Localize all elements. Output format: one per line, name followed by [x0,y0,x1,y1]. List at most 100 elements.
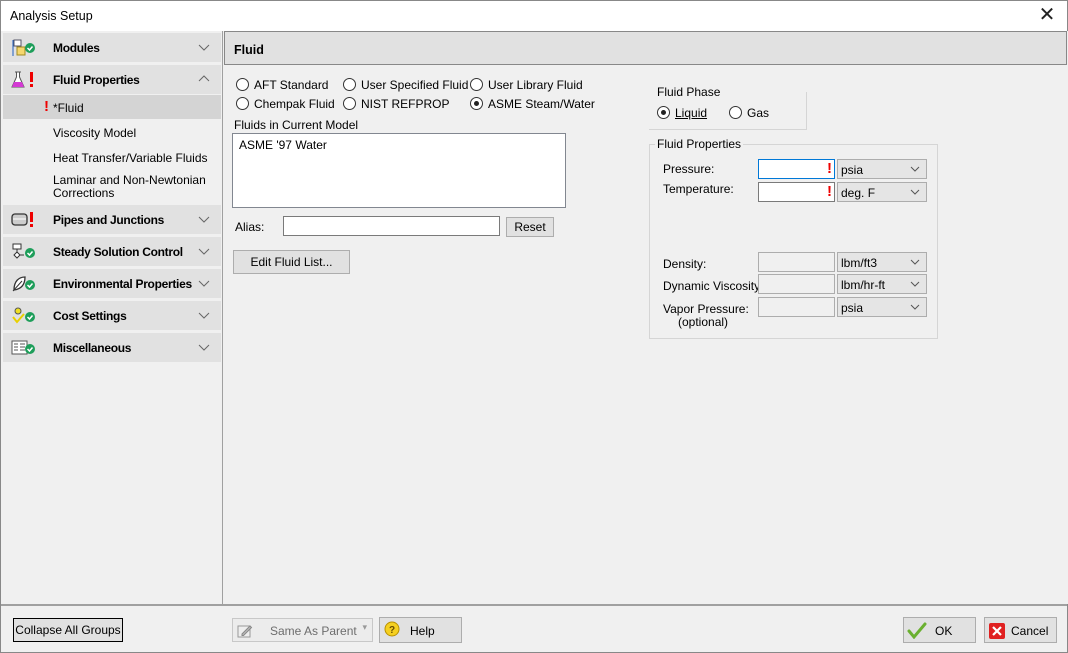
sidebar-item-viscosity-model[interactable]: Viscosity Model [3,123,221,143]
chevron-down-icon [910,259,920,265]
dropdown-arrow-icon: ▾ [362,622,367,632]
sidebar-group-miscellaneous[interactable]: Miscellaneous [3,333,221,362]
sidebar-item-laminar-corrections[interactable]: Laminar and Non-Newtonian Corrections [3,171,221,201]
dynamic-viscosity-unit-select[interactable]: lbm/hr-ft [837,274,927,294]
required-icon: ! [827,183,832,200]
sidebar-item-fluid[interactable]: ! *Fluid [3,95,221,119]
fluid-properties-title: Fluid Properties [655,137,744,151]
sidebar-group-modules[interactable]: Modules [3,33,221,62]
sidebar-group-steady-solution-control[interactable]: Steady Solution Control [3,237,221,266]
sidebar-group-label: Fluid Properties [53,73,140,87]
same-as-parent-select[interactable]: Same As Parent ▾ [232,618,373,642]
chevron-down-icon [198,280,210,287]
sidebar-group-environmental-properties[interactable]: Environmental Properties [3,269,221,298]
edit-fluid-list-button[interactable]: Edit Fluid List... [233,250,350,274]
radio-indicator [236,78,249,91]
sidebar-item-label: *Fluid [53,101,84,115]
sidebar-group-pipes-junctions[interactable]: Pipes and Junctions [3,205,221,234]
pressure-unit-select[interactable]: psia [837,159,927,179]
chevron-down-icon [910,166,920,172]
sidebar-item-label: Viscosity Model [53,126,137,140]
list-icon [11,340,35,355]
sidebar: Modules Fluid Properties ! *Fluid Viscos… [1,31,223,604]
panel-title: Fluid [234,43,264,57]
modules-icon [12,39,35,56]
vapor-pressure-unit-select[interactable]: psia [837,297,927,317]
density-input[interactable] [758,252,835,272]
flask-icon [11,71,33,88]
sidebar-group-label: Modules [53,41,100,55]
radio-label: Liquid [675,106,708,120]
fluids-in-model-label: Fluids in Current Model [234,118,359,132]
required-icon: ! [827,160,832,177]
cancel-button[interactable]: Cancel [984,617,1057,643]
radio-label: ASME Steam/Water [488,97,595,111]
error-icon: ! [44,98,49,115]
close-icon[interactable]: ✕ [1035,4,1059,28]
radio-indicator [470,78,483,91]
vapor-pressure-optional-label: (optional) [678,315,729,329]
radio-indicator [657,106,670,119]
chevron-down-icon [198,216,210,223]
density-unit-select[interactable]: lbm/ft3 [837,252,927,272]
select-value: psia [841,163,864,177]
fluids-listbox[interactable]: ASME '97 Water [232,133,566,208]
main-panel: Fluid [224,31,1068,604]
radio-label: User Specified Fluid [361,78,469,92]
temperature-label: Temperature: [663,182,734,196]
temperature-unit-select[interactable]: deg. F [837,182,927,202]
check-icon [907,622,927,639]
select-value: lbm/hr-ft [841,278,886,292]
sidebar-group-label: Steady Solution Control [53,245,183,259]
radio-label: Gas [747,106,770,120]
sidebar-item-heat-transfer[interactable]: Heat Transfer/Variable Fluids [3,148,221,168]
fluid-phase-title: Fluid Phase [657,85,721,99]
sidebar-group-label: Cost Settings [53,309,127,323]
select-value: Same As Parent [270,624,357,638]
edit-icon [237,625,253,638]
alias-input[interactable] [283,216,500,236]
leaf-icon [12,276,35,292]
chevron-down-icon [910,189,920,195]
chevron-down-icon [198,344,210,351]
chevron-down-icon [910,281,920,287]
alias-label: Alias: [235,220,265,234]
sidebar-group-fluid-properties[interactable]: Fluid Properties [3,65,221,94]
pressure-input[interactable]: ! [758,159,835,179]
sidebar-group-cost-settings[interactable]: Cost Settings [3,301,221,330]
chevron-down-icon [198,312,210,319]
dynamic-viscosity-label: Dynamic Viscosity: [663,279,764,293]
radio-indicator [470,97,483,110]
radio-indicator [729,106,742,119]
select-value: deg. F [841,186,876,200]
radio-label: User Library Fluid [488,78,583,92]
list-item[interactable]: ASME '97 Water [239,138,327,152]
pressure-label: Pressure: [663,162,715,176]
window-title: Analysis Setup [10,9,93,23]
sidebar-group-label: Miscellaneous [53,341,132,355]
temperature-input[interactable]: ! [758,182,835,202]
vapor-pressure-input[interactable] [758,297,835,317]
svg-text:?: ? [389,625,395,636]
collapse-all-groups-button[interactable]: Collapse All Groups [13,618,123,642]
chevron-up-icon [198,75,210,82]
radio-indicator [343,78,356,91]
button-label: Help [410,624,435,638]
title-bar: Analysis Setup ✕ [0,0,1068,31]
chevron-down-icon [910,304,920,310]
sidebar-item-label: Heat Transfer/Variable Fluids [53,151,208,165]
radio-indicator [343,97,356,110]
radio-label: Chempak Fluid [254,97,335,111]
ok-button[interactable]: OK [903,617,976,643]
sidebar-group-label: Environmental Properties [53,277,192,291]
x-icon [989,623,1005,639]
reset-button[interactable]: Reset [506,217,554,237]
flowchart-icon [12,243,35,259]
dynamic-viscosity-input[interactable] [758,274,835,294]
select-value: lbm/ft3 [841,256,878,270]
chevron-down-icon [198,248,210,255]
button-label: OK [935,624,953,638]
radio-indicator [236,97,249,110]
select-value: psia [841,301,864,315]
help-button[interactable]: ? Help [379,617,462,643]
